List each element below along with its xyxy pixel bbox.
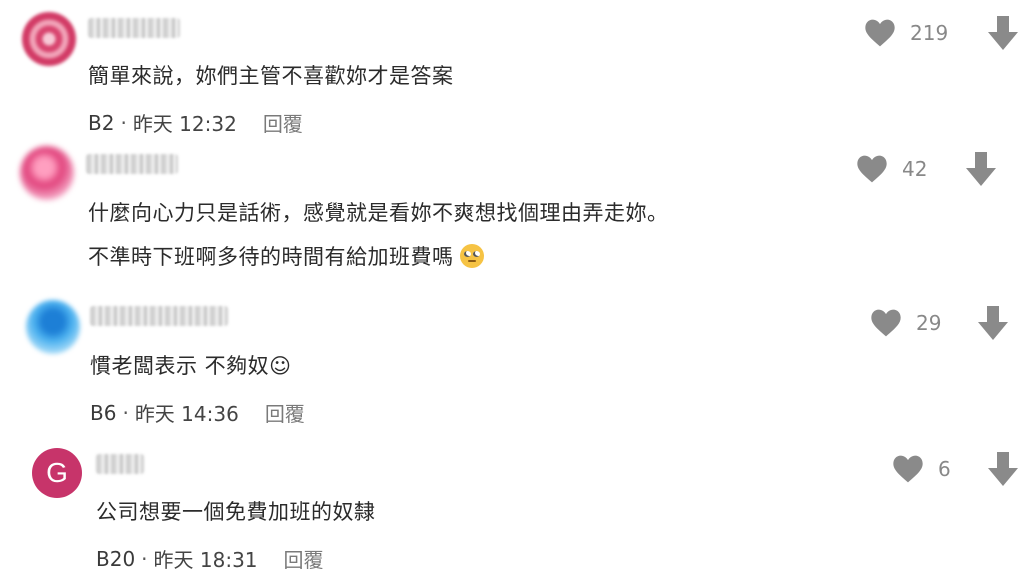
timestamp: 昨天 14:36	[134, 402, 239, 426]
heart-icon	[857, 155, 887, 183]
comment-item: 簡單來說，妳們主管不喜歡妳才是答案 B2 · 昨天 12:32 回覆 219	[0, 0, 1024, 140]
avatar[interactable]	[26, 300, 80, 354]
comment-text: 什麼向心力只是話術，感覺就是看妳不爽想找個理由弄走妳。	[88, 201, 669, 225]
reply-button[interactable]: 回覆	[265, 398, 305, 427]
avatar[interactable]	[20, 146, 74, 200]
floor-number: B2	[88, 110, 115, 135]
reply-button[interactable]: 回覆	[263, 108, 303, 137]
comment-text: 慣老闆表示 不夠奴☺	[90, 354, 292, 378]
heart-icon	[865, 19, 895, 47]
separator-dot: ·	[120, 110, 127, 135]
like-button[interactable]: 219	[864, 18, 948, 48]
comment-text-line-2: 不準時下班啊多待的時間有給加班費嗎	[88, 241, 484, 271]
like-button[interactable]: 29	[870, 308, 941, 338]
comment-item: 慣老闆表示 不夠奴☺ B6 · 昨天 14:36 回覆 29	[0, 290, 1024, 432]
like-count: 6	[938, 457, 951, 481]
comment-text: 公司想要一個免費加班的奴隸	[96, 500, 376, 524]
down-arrow-icon	[988, 452, 1018, 486]
comment-meta: B2 · 昨天 12:32 回覆	[88, 108, 303, 137]
like-count: 29	[916, 311, 942, 335]
comment-text-content: 不準時下班啊多待的時間有給加班費嗎	[88, 245, 454, 269]
down-arrow-icon	[966, 152, 996, 186]
downvote-button[interactable]	[978, 306, 1008, 344]
comment-meta: B20 · 昨天 18:31 回覆	[96, 544, 324, 573]
username-blurred[interactable]	[88, 18, 180, 38]
floor-number: B6	[90, 400, 117, 425]
comment-item: G 公司想要一個免費加班的奴隸 B20 · 昨天 18:31 回覆 6	[0, 432, 1024, 576]
down-arrow-icon	[978, 306, 1008, 340]
separator-dot: ·	[141, 546, 148, 571]
comment-meta: B6 · 昨天 14:36 回覆	[90, 398, 305, 427]
avatar[interactable]	[22, 12, 76, 66]
separator-dot: ·	[122, 400, 129, 425]
downvote-button[interactable]	[988, 16, 1018, 54]
downvote-button[interactable]	[966, 152, 996, 190]
like-button[interactable]: 6	[892, 454, 951, 484]
like-count: 219	[910, 21, 949, 45]
username-blurred[interactable]	[86, 154, 178, 174]
floor-number: B20	[96, 546, 136, 571]
like-button[interactable]: 42	[856, 154, 927, 184]
timestamp: 昨天 18:31	[153, 548, 258, 572]
heart-icon	[893, 455, 923, 483]
down-arrow-icon	[988, 16, 1018, 50]
comment-text: 簡單來說，妳們主管不喜歡妳才是答案	[88, 64, 454, 88]
reply-button[interactable]: 回覆	[284, 544, 324, 573]
timestamp: 昨天 12:32	[132, 112, 237, 136]
comment-item: 什麼向心力只是話術，感覺就是看妳不爽想找個理由弄走妳。 不準時下班啊多待的時間有…	[0, 140, 1024, 290]
avatar-letter[interactable]: G	[32, 448, 82, 498]
downvote-button[interactable]	[988, 452, 1018, 490]
username-blurred[interactable]	[90, 306, 228, 326]
username-blurred[interactable]	[96, 454, 144, 474]
heart-icon	[871, 309, 901, 337]
eye-roll-emoji-icon	[459, 244, 484, 268]
like-count: 42	[902, 157, 928, 181]
